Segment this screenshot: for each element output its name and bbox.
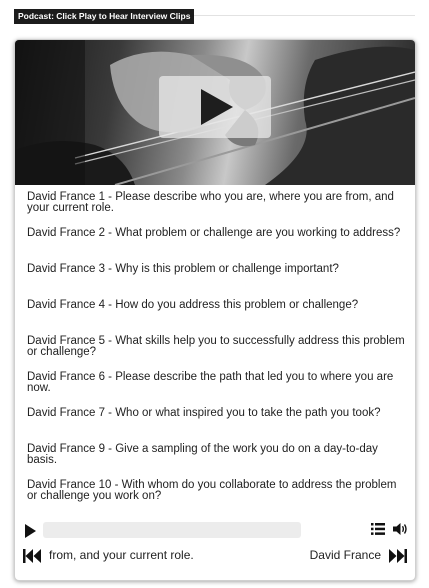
skip-forward-icon[interactable] xyxy=(389,549,407,563)
list-icon[interactable] xyxy=(371,523,385,535)
play-icon[interactable] xyxy=(25,524,36,538)
video-poster[interactable] xyxy=(15,40,415,185)
skip-back-icon[interactable] xyxy=(23,549,41,563)
playlist-item[interactable]: David France 2 - What problem or challen… xyxy=(27,227,407,264)
playlist-item[interactable]: David France 4 - How do you address this… xyxy=(27,299,407,336)
playlist-item[interactable]: David France 6 - Please describe the pat… xyxy=(27,371,407,408)
now-playing-title: David France xyxy=(309,548,381,562)
playlist-item[interactable]: David France 9 - Give a sampling of the … xyxy=(27,443,407,480)
section-header: Podcast: Click Play to Hear Interview Cl… xyxy=(14,6,415,24)
playlist-item[interactable]: David France 7 - Who or what inspired yo… xyxy=(27,407,407,444)
playlist-item[interactable]: David France 5 - What skills help you to… xyxy=(27,335,407,372)
big-play-button[interactable] xyxy=(159,76,271,138)
player-controls: from, and your current role. David Franc… xyxy=(15,516,415,580)
playlist: David France 1 - Please describe who you… xyxy=(27,191,407,516)
volume-icon[interactable] xyxy=(393,522,409,536)
playlist-item[interactable]: David France 1 - Please describe who you… xyxy=(27,191,407,228)
progress-bar[interactable] xyxy=(43,522,301,538)
audio-player: David France 1 - Please describe who you… xyxy=(14,39,416,581)
playlist-item[interactable]: David France 3 - Why is this problem or … xyxy=(27,263,407,300)
podcast-heading: Podcast: Click Play to Hear Interview Cl… xyxy=(14,9,195,24)
now-playing-scroll-text: from, and your current role. xyxy=(49,548,194,562)
play-icon xyxy=(201,89,233,125)
playlist-item[interactable]: David France 10 - With whom do you colla… xyxy=(27,479,407,516)
